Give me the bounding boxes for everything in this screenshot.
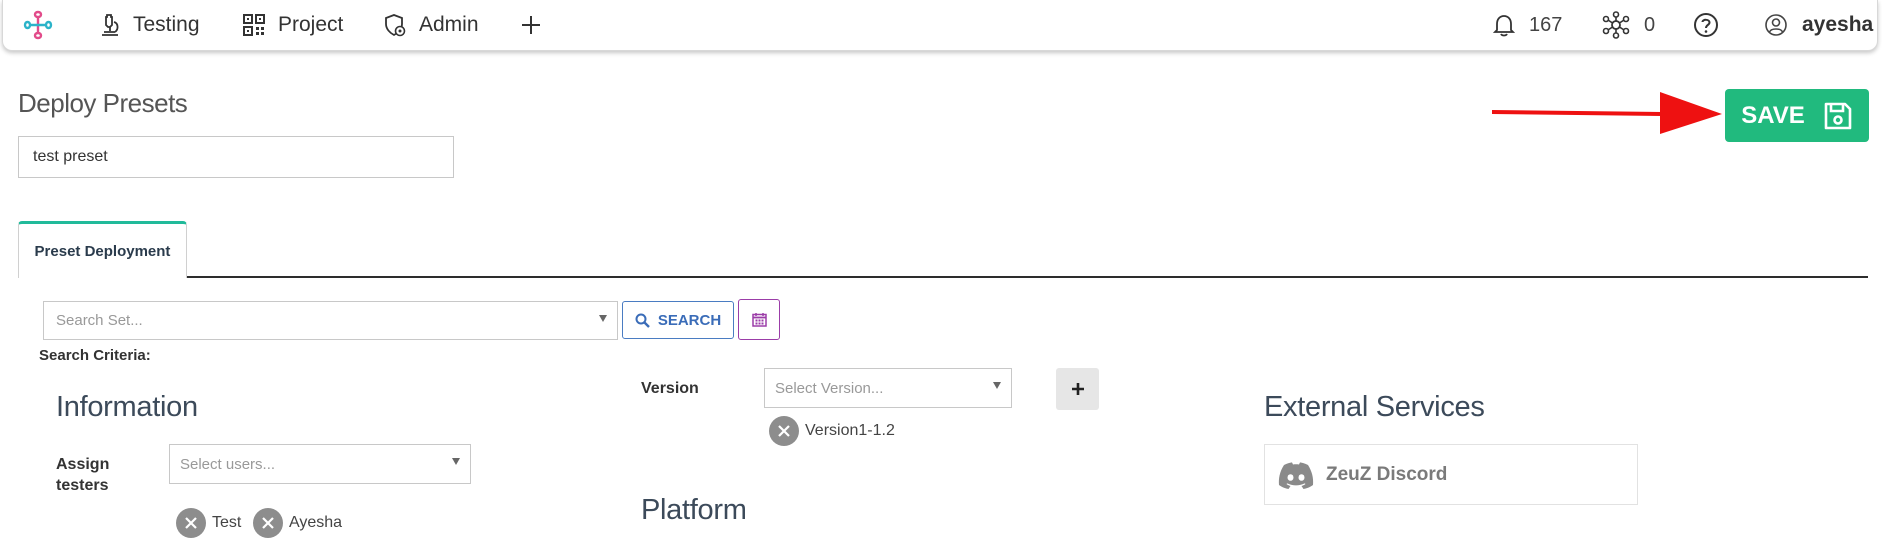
platform-title: Platform [641,494,747,526]
tab-preset-deployment[interactable]: Preset Deployment [18,221,187,278]
chevron-down-icon [599,315,607,322]
close-icon [778,425,790,437]
selected-version-label: Version1-1.2 [805,422,895,439]
microscope-icon [102,14,119,36]
remove-version-button[interactable] [769,416,799,446]
nav-project[interactable]: Project [242,0,343,50]
nodes-count: 0 [1644,13,1656,36]
question-circle-icon [1694,13,1718,37]
calendar-button[interactable] [738,299,780,340]
shield-gear-icon [385,14,406,37]
close-icon [185,517,197,529]
red-arrow-annotation [1492,92,1722,134]
page-title: Deploy Presets [18,88,188,118]
preset-name-input[interactable] [18,136,454,178]
user-circle-icon [1765,14,1787,36]
top-navbar: Testing Project Admin 167 0 ayesha [2,0,1878,51]
search-button-label: SEARCH [657,311,722,329]
tab-divider [18,276,1868,278]
information-title: Information [56,391,198,423]
nav-project-label: Project [278,13,344,36]
selected-version-chip: Version1-1.2 [769,416,895,446]
remove-user-ayesha-button[interactable] [253,508,283,538]
select-users-dropdown[interactable]: Select users... [169,444,471,484]
nav-testing-label: Testing [133,13,200,36]
nav-add-button[interactable] [521,0,553,50]
search-criteria-label: Search Criteria: [39,347,151,364]
plus-icon [522,16,540,34]
select-version-dropdown[interactable]: Select Version... [764,368,1012,408]
selected-user-chip: Ayesha [253,508,342,538]
network-nodes-icon [1602,11,1630,39]
username: ayesha [1802,13,1874,36]
user-menu[interactable]: ayesha [1764,0,1873,50]
search-button[interactable]: SEARCH [622,301,734,339]
save-button-label: SAVE [1741,101,1805,129]
plus-icon [1071,383,1084,395]
select-users-placeholder: Select users... [180,455,276,473]
help-button[interactable] [1693,0,1733,50]
service-zeuz-discord[interactable]: ZeuZ Discord [1264,444,1638,505]
version-label: Version [641,380,699,397]
search-set-select[interactable]: Search Set... [43,301,618,340]
add-version-button[interactable] [1056,368,1099,410]
service-name: ZeuZ Discord [1326,463,1448,485]
selected-user-chip: Test [176,508,241,538]
nav-testing[interactable]: Testing [99,0,200,50]
qr-grid-icon [243,14,265,36]
assign-testers-label-line1: Assign [56,456,110,473]
selected-user-label: Test [212,514,242,531]
nav-admin-label: Admin [419,13,479,36]
external-services-title: External Services [1264,391,1485,423]
chevron-down-icon [993,382,1001,389]
remove-user-test-button[interactable] [176,508,206,538]
search-set-placeholder: Search Set... [56,312,143,329]
save-button[interactable]: SAVE [1725,89,1869,142]
calendar-icon [751,313,767,327]
tab-preset-deployment-label: Preset Deployment [34,242,171,260]
discord-icon [1278,461,1314,489]
floppy-disk-icon [1824,102,1852,129]
chevron-down-icon [452,458,460,465]
assign-testers-label-line2: testers [56,477,109,494]
assign-testers-label: Assign testers [56,454,109,496]
bell-icon [1493,15,1515,37]
app-logo-icon[interactable] [22,9,54,41]
notifications-count: 167 [1529,13,1563,36]
select-version-placeholder: Select Version... [775,379,884,397]
search-icon [635,313,650,328]
notifications-button[interactable]: 167 [1493,0,1562,50]
nodes-button[interactable]: 0 [1602,0,1655,50]
close-icon [262,517,274,529]
nav-admin[interactable]: Admin [383,0,479,50]
selected-user-label: Ayesha [289,514,343,531]
